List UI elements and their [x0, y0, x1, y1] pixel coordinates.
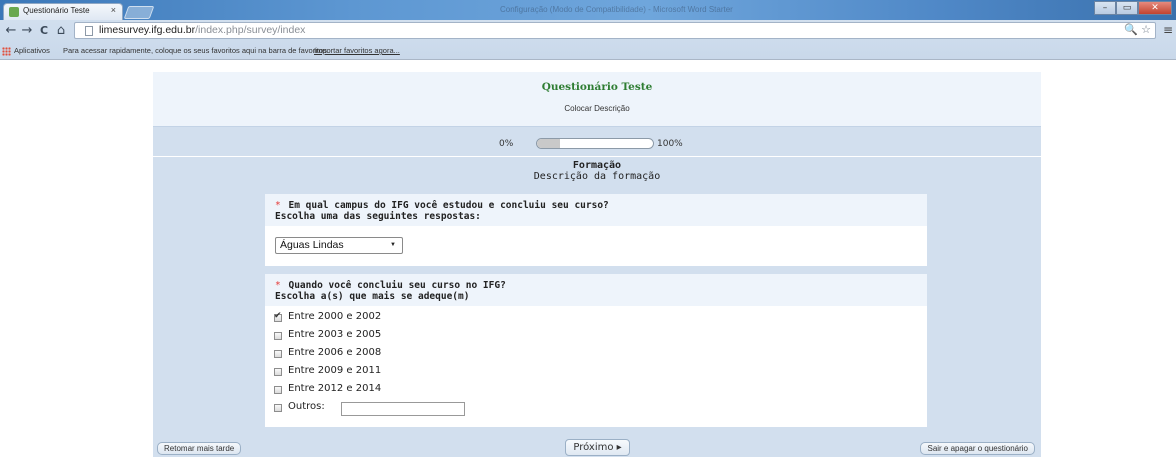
tab-close-icon[interactable]: × — [111, 5, 116, 15]
group-title: Formação — [572, 160, 622, 171]
required-mark: * — [275, 280, 281, 291]
progress-end-label: 100% — [657, 139, 683, 149]
chrome-menu-icon[interactable]: ≡ — [1163, 23, 1173, 37]
address-bar[interactable]: limesurvey.ifg.edu.br/index.php/survey/i… — [74, 22, 1156, 39]
survey-title: Questionário Teste — [541, 81, 653, 93]
url-text: limesurvey.ifg.edu.br/index.php/survey/i… — [99, 24, 305, 36]
background-window-title: Configuração (Modo de Compatibilidade) -… — [500, 5, 733, 14]
question-body: Entre 2000 e 2002 Entre 2003 e 2005 Entr… — [265, 306, 927, 427]
question-label: Quando você concluiu seu curso no IFG? — [288, 280, 506, 291]
group-description: Descrição da formação — [533, 171, 661, 182]
tab-questionario[interactable]: Questionário Teste × — [3, 3, 123, 20]
exit-and-clear-button[interactable]: Sair e apagar o questionário — [920, 442, 1035, 455]
url-host: limesurvey.ifg.edu.br — [99, 24, 196, 36]
browser-toolbar: ← → C ⌂ limesurvey.ifg.edu.br/index.php/… — [0, 20, 1176, 42]
campus-select[interactable]: Águas Lindas ▼ — [275, 237, 403, 254]
checkbox[interactable] — [274, 404, 282, 412]
bookmarks-hint: Para acessar rapidamente, coloque os seu… — [63, 46, 329, 55]
reload-icon[interactable]: C — [37, 23, 51, 39]
campus-select-value: Águas Lindas — [280, 239, 344, 251]
minimize-button[interactable]: – — [1094, 1, 1116, 15]
survey-container: Questionário Teste Colocar Descrição 0% … — [153, 72, 1041, 457]
question-header: * Em qual campus do IFG você estudou e c… — [265, 194, 927, 226]
dropdown-arrow-icon: ▼ — [390, 242, 396, 248]
tab-title: Questionário Teste — [23, 6, 90, 15]
window-controls: – ▭ ✕ — [1094, 1, 1172, 17]
import-bookmarks-link[interactable]: Importar favoritos agora... — [314, 46, 400, 55]
maximize-button[interactable]: ▭ — [1116, 1, 1138, 15]
next-button[interactable]: Próximo ▸ — [565, 439, 630, 456]
question-help: Escolha a(s) que mais se adeque(m) — [275, 291, 470, 302]
option-label: Outros: — [288, 401, 325, 412]
option-label: Entre 2009 e 2011 — [288, 365, 382, 376]
progress-bar — [536, 138, 654, 149]
url-path: /index.php/survey/index — [195, 24, 306, 36]
checkbox[interactable] — [274, 332, 282, 340]
question-text: * Em qual campus do IFG você estudou e c… — [275, 200, 917, 211]
checkbox[interactable] — [274, 386, 282, 394]
progress-bar-row: 0% 100% — [153, 135, 1041, 155]
tab-strip: Questionário Teste × Configuração (Modo … — [0, 0, 1176, 20]
page-icon — [85, 26, 93, 36]
checkbox[interactable] — [274, 350, 282, 358]
question-text: * Quando você concluiu seu curso no IFG? — [275, 280, 917, 291]
required-mark: * — [275, 200, 281, 211]
checkbox[interactable] — [274, 368, 282, 376]
option-label: Entre 2006 e 2008 — [288, 347, 382, 358]
new-tab-button[interactable] — [123, 6, 155, 19]
option-label: Entre 2000 e 2002 — [288, 311, 382, 322]
limesurvey-favicon-icon — [9, 7, 19, 17]
option-label: Entre 2012 e 2014 — [288, 383, 382, 394]
back-arrow-icon[interactable]: ← — [4, 23, 18, 39]
divider — [153, 156, 1041, 157]
survey-description: Colocar Descrição — [564, 104, 630, 113]
question-body: Águas Lindas ▼ — [265, 226, 927, 266]
survey-header: Questionário Teste Colocar Descrição — [153, 72, 1041, 127]
survey-navigation: Retomar mais tarde Próximo ▸ Sair e apag… — [153, 436, 1041, 457]
forward-arrow-icon[interactable]: → — [20, 23, 34, 39]
checkbox[interactable] — [274, 311, 282, 322]
question-conclusion-year: * Quando você concluiu seu curso no IFG?… — [265, 274, 927, 427]
progress-fill — [537, 139, 561, 148]
browser-chrome: Questionário Teste × Configuração (Modo … — [0, 0, 1176, 60]
resume-later-button[interactable]: Retomar mais tarde — [157, 442, 242, 455]
bookmarks-bar: Aplicativos Para acessar rapidamente, co… — [0, 42, 1176, 60]
question-campus: * Em qual campus do IFG você estudou e c… — [265, 194, 927, 266]
question-label: Em qual campus do IFG você estudou e con… — [288, 200, 609, 211]
close-window-button[interactable]: ✕ — [1138, 1, 1172, 15]
apps-label[interactable]: Aplicativos — [14, 46, 50, 55]
zoom-star-icon[interactable]: 🔍 ☆ — [1124, 23, 1151, 36]
question-header: * Quando você concluiu seu curso no IFG?… — [265, 274, 927, 306]
apps-grid-icon[interactable] — [2, 47, 11, 56]
progress-start-label: 0% — [499, 139, 514, 149]
option-label: Entre 2003 e 2005 — [288, 329, 382, 340]
other-text-input[interactable] — [341, 402, 465, 416]
question-help: Escolha uma das seguintes respostas: — [275, 211, 481, 222]
home-icon[interactable]: ⌂ — [54, 23, 68, 39]
